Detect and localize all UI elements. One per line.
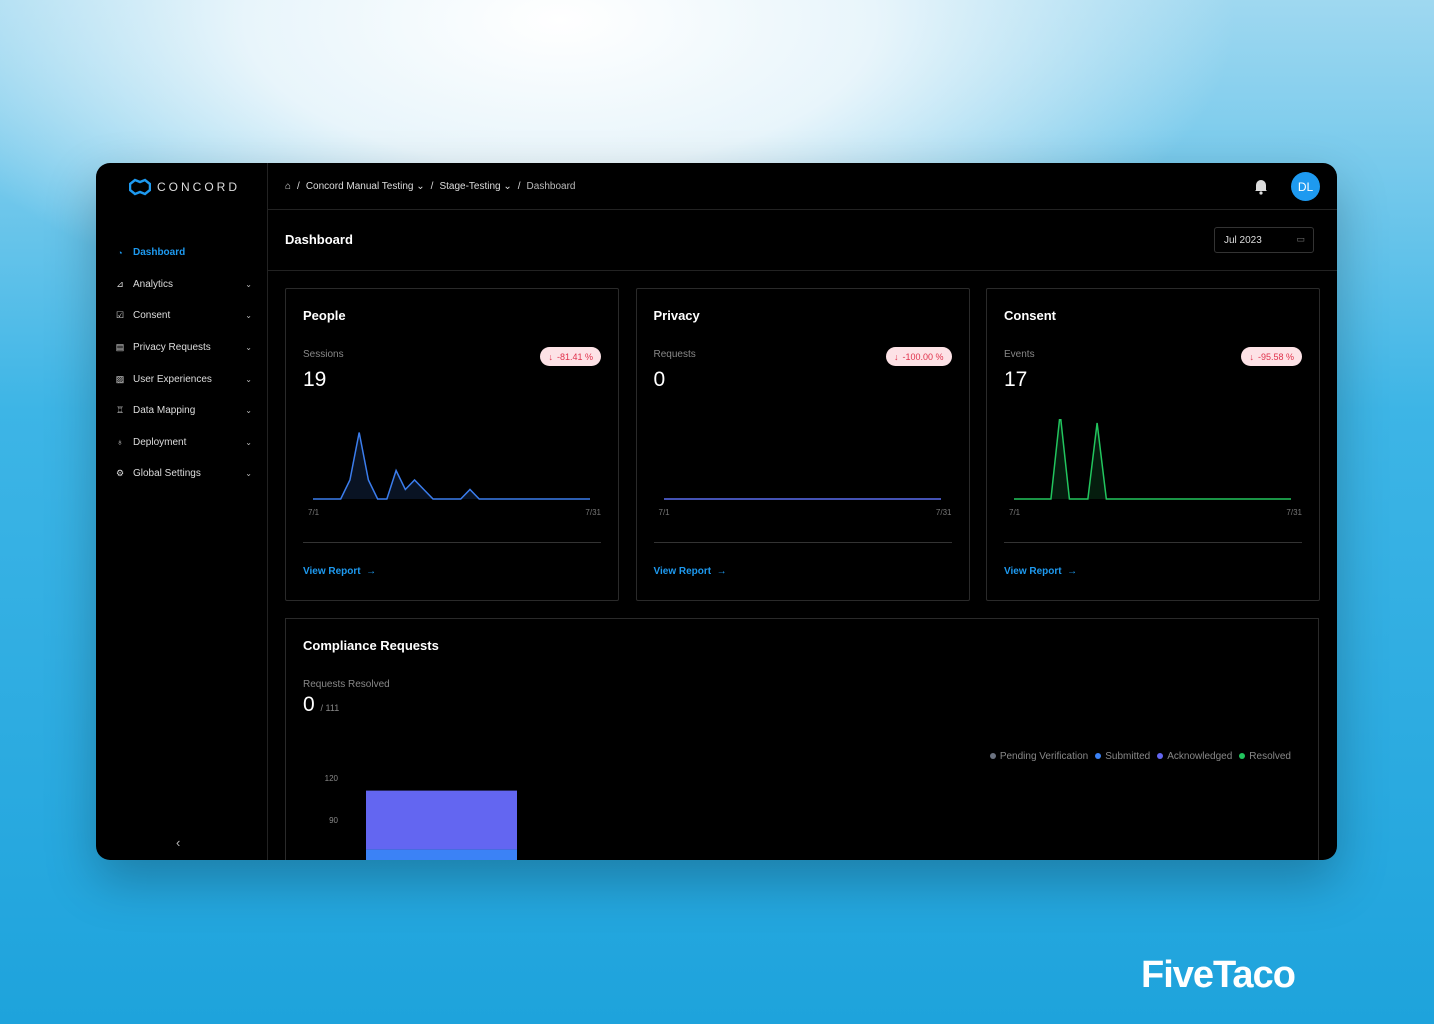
card-consent: Consent Events 17 ↓ -95.58 % 7/1 7/31 Vie… xyxy=(986,288,1320,601)
chevron-down-icon: ⌄ xyxy=(245,406,252,416)
metric-value: 19 xyxy=(303,368,327,391)
x-start-label: 7/1 xyxy=(658,508,670,517)
card-title: Compliance Requests xyxy=(303,638,439,653)
sparkline xyxy=(313,432,590,500)
arrow-down-icon: ↓ xyxy=(1249,351,1254,362)
brand-name: CONCORD xyxy=(157,180,240,194)
chevron-down-icon: ⌄ xyxy=(245,374,252,384)
compliance-card: Compliance Requests Requests Resolved 0 … xyxy=(285,618,1319,860)
logo: CONCORD xyxy=(129,178,240,196)
breadcrumb-page: Dashboard xyxy=(526,180,576,192)
hierarchy-icon: ♖ xyxy=(115,405,125,416)
fivetaco-watermark: FiveTaco xyxy=(1141,954,1296,996)
card-title: Consent xyxy=(1004,308,1056,323)
compliance-bar-chart: 120 90 xyxy=(325,774,517,860)
collapse-sidebar-icon[interactable]: ‹ xyxy=(176,835,180,850)
metric-label: Sessions xyxy=(303,349,344,360)
legend-item[interactable]: Resolved xyxy=(1239,751,1291,762)
sidebar-item-dashboard[interactable]: ◔ Dashboard xyxy=(96,237,268,269)
sidebar-item-data-mapping[interactable]: ♖ Data Mapping ⌄ xyxy=(96,395,268,427)
sparkline xyxy=(663,498,941,500)
metric-label: Requests xyxy=(653,349,696,360)
card-privacy: Privacy Requests 0 ↓ -100.00 % 7/1 7/31 V… xyxy=(635,288,970,601)
bar-submitted xyxy=(366,849,517,860)
sidebar-item-consent[interactable]: ☑ Consent ⌄ xyxy=(96,300,268,332)
card-people: People Sessions 19 ↓ -81.41 % 7/1 7/31 Vi… xyxy=(285,288,619,601)
document-icon: ▤ xyxy=(115,342,125,353)
rocket-icon: ♁ xyxy=(116,437,124,448)
sparkline-area xyxy=(313,432,590,499)
view-report-link[interactable]: View Report → xyxy=(1004,566,1077,577)
sparkline xyxy=(1014,419,1291,500)
x-start-label: 7/1 xyxy=(308,508,320,517)
home-icon[interactable]: ⌂ xyxy=(285,181,291,192)
x-start-label: 7/1 xyxy=(1009,508,1021,517)
legend-item[interactable]: Submitted xyxy=(1095,751,1150,762)
arrow-down-icon: ↓ xyxy=(893,351,899,362)
divider xyxy=(1004,542,1302,543)
change-badge: ↓ -100.00 % xyxy=(885,347,952,366)
metric-value: 17 xyxy=(1004,368,1028,391)
card-title: Privacy xyxy=(653,308,700,323)
x-end-label: 7/31 xyxy=(585,508,601,517)
sidebar-nav: ◔ Dashboard ⊿ Analytics ⌄ ☑ Consent ⌄ ▤ Privacy R… xyxy=(96,237,268,490)
legend-item[interactable]: Acknowledged xyxy=(1157,751,1232,762)
sidebar-item-privacy-requests[interactable]: ▤ Privacy Requests ⌄ xyxy=(96,332,268,364)
y-tick-label: 90 xyxy=(329,816,338,825)
bar-acknowledged xyxy=(366,790,517,850)
calendar-icon: ▭ xyxy=(1296,234,1305,244)
app-window: CONCORD ◔ Dashboard ⊿ Analytics ⌄ ☑ Consent ⌄ ▤ P… xyxy=(96,163,1337,860)
breadcrumb-env[interactable]: Stage-Testing ⌄ xyxy=(439,181,511,192)
top-bar: ⌂ / Concord Manual Testing ⌄ / Stage-Testi… xyxy=(268,163,1337,210)
metric-value: 0 xyxy=(653,368,666,391)
chevron-down-icon: ⌄ xyxy=(245,469,252,479)
page-title: Dashboard xyxy=(285,232,353,247)
view-report-link[interactable]: View Report → xyxy=(303,566,376,577)
chart-icon: ⊿ xyxy=(116,278,124,289)
sidebar-item-deployment[interactable]: ♁ Deployment ⌄ xyxy=(96,427,268,459)
x-end-label: 7/31 xyxy=(1286,508,1302,517)
gear-icon: ⚙ xyxy=(115,468,125,479)
arrow-down-icon: ↓ xyxy=(548,351,553,362)
chevron-down-icon: ⌄ xyxy=(245,437,252,447)
image-icon: ▨ xyxy=(115,373,125,384)
metric-label: Requests Resolved xyxy=(303,679,390,690)
sidebar-item-global-settings[interactable]: ⚙ Global Settings ⌄ xyxy=(96,458,268,490)
sidebar: CONCORD ◔ Dashboard ⊿ Analytics ⌄ ☑ Consent ⌄ ▤ P… xyxy=(96,163,268,860)
metric-label: Events xyxy=(1004,349,1035,360)
month-picker[interactable]: Jul 2023 ▭ xyxy=(1214,227,1314,253)
bell-icon[interactable] xyxy=(1253,177,1269,195)
view-report-link[interactable]: View Report → xyxy=(654,566,727,577)
gauge-icon: ◔ xyxy=(117,247,123,258)
checkbox-icon: ☑ xyxy=(115,310,125,321)
y-tick-label: 120 xyxy=(325,774,339,783)
change-badge: ↓ -95.58 % xyxy=(1241,347,1302,366)
sidebar-item-analytics[interactable]: ⊿ Analytics ⌄ xyxy=(96,269,268,301)
breadcrumb-org[interactable]: Concord Manual Testing ⌄ xyxy=(306,181,425,192)
card-title: People xyxy=(303,308,346,323)
metric-value: 0 / 111 xyxy=(303,693,340,716)
chevron-down-icon: ⌄ xyxy=(245,311,252,321)
divider xyxy=(303,542,601,543)
divider xyxy=(653,542,952,543)
sidebar-item-user-experiences[interactable]: ▨ User Experiences ⌄ xyxy=(96,363,268,395)
avatar[interactable]: DL xyxy=(1291,172,1320,201)
chevron-down-icon: ⌄ xyxy=(245,343,252,353)
x-end-label: 7/31 xyxy=(935,508,952,517)
concord-logo-icon xyxy=(129,178,151,196)
legend-item[interactable]: Pending Verification xyxy=(989,751,1088,762)
chart-legend: Pending Verification Submitted Acknowledge… xyxy=(989,751,1291,762)
change-badge: ↓ -81.41 % xyxy=(540,347,601,366)
chevron-down-icon: ⌄ xyxy=(245,279,252,289)
